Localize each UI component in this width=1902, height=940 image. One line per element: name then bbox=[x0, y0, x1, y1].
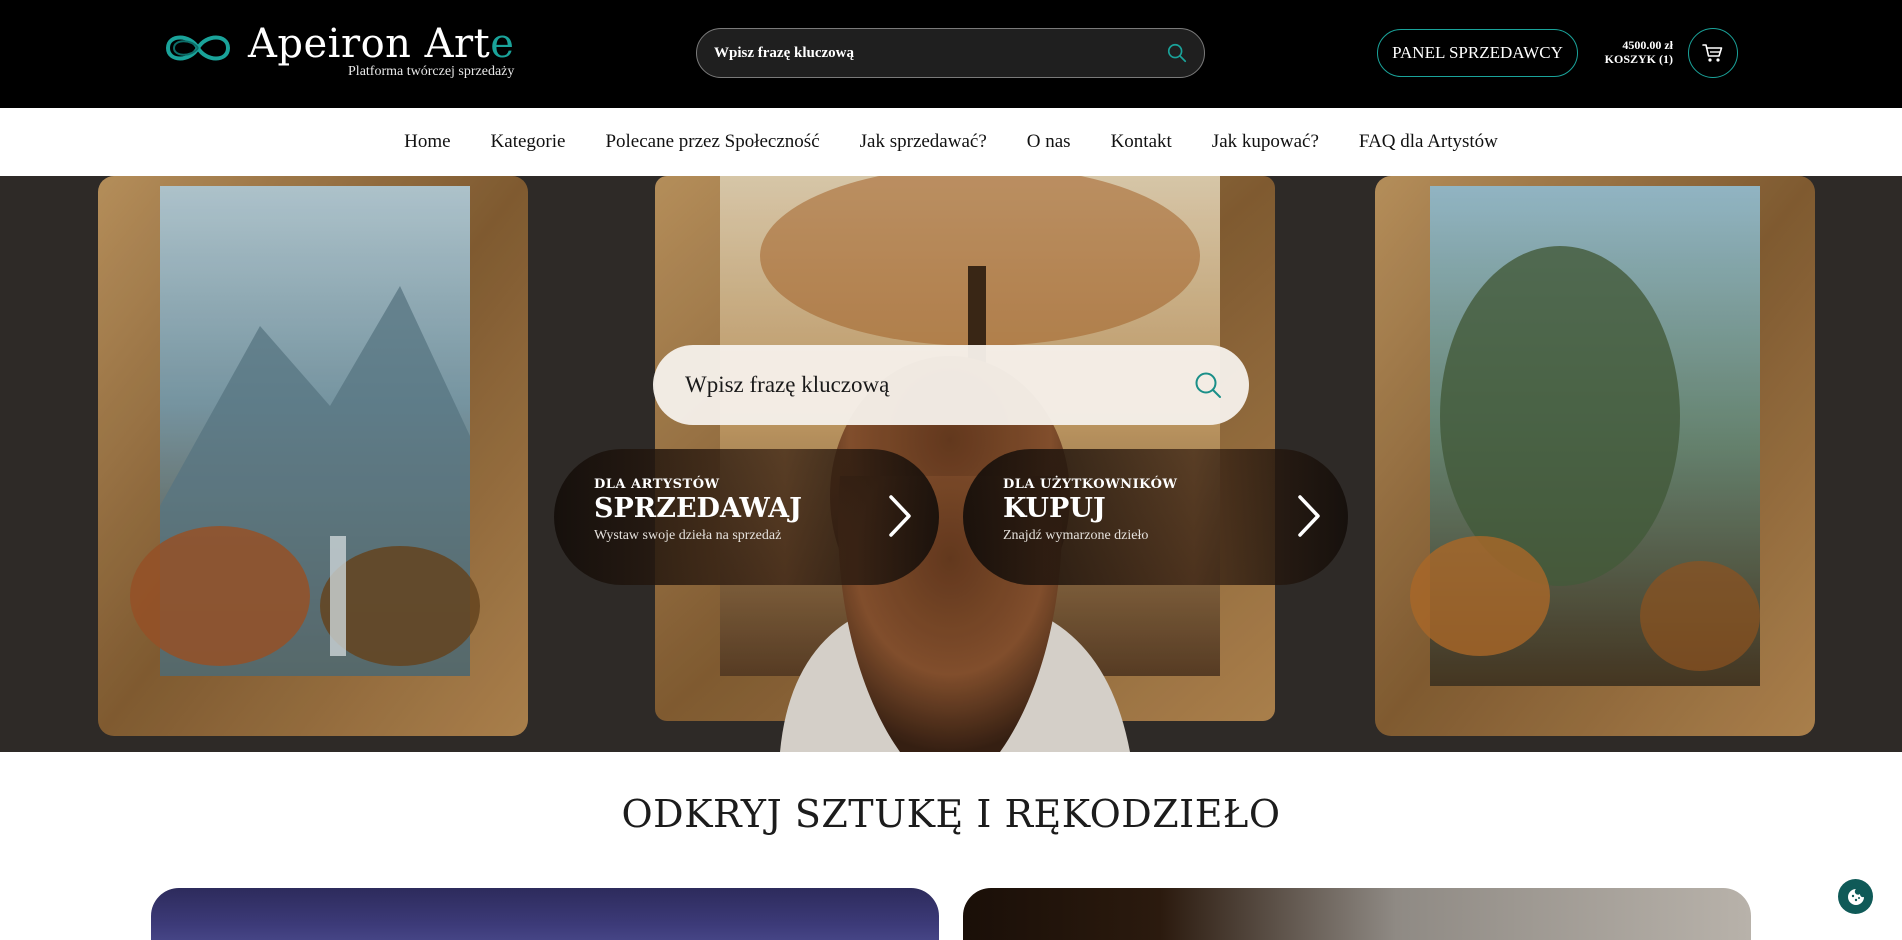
infinity-icon bbox=[165, 35, 231, 61]
cart-button[interactable] bbox=[1688, 28, 1738, 78]
search-icon[interactable] bbox=[1166, 42, 1188, 64]
nav-item-polecane[interactable]: Polecane przez Społeczność bbox=[605, 131, 819, 153]
cart-label: KOSZYK (1) bbox=[1604, 52, 1673, 66]
cookie-icon bbox=[1847, 888, 1864, 905]
header-search-bar bbox=[696, 28, 1205, 78]
buy-cta-eyebrow: DLA UŻYTKOWNIKÓW bbox=[1003, 477, 1178, 492]
cart-summary[interactable]: 4500.00 zł KOSZYK (1) bbox=[1590, 38, 1673, 66]
cart-amount: 4500.00 zł bbox=[1622, 38, 1673, 52]
seller-panel-button[interactable]: PANEL SPRZEDAWCY bbox=[1377, 29, 1578, 77]
header: Apeiron Arte Platforma twórczej sprzedaż… bbox=[0, 0, 1902, 108]
brand-name: Apeiron Arte bbox=[248, 21, 515, 67]
sell-cta-title: SPRZEDAWAJ bbox=[594, 493, 802, 524]
header-search-input[interactable] bbox=[714, 44, 1166, 62]
nav-item-o-nas[interactable]: O nas bbox=[1027, 131, 1071, 153]
nav-item-home[interactable]: Home bbox=[404, 131, 450, 153]
nav-item-jak-kupowac[interactable]: Jak kupować? bbox=[1212, 131, 1319, 153]
buy-cta-title: KUPUJ bbox=[1003, 493, 1106, 524]
cookie-settings-button[interactable] bbox=[1838, 879, 1873, 914]
hero-search-input[interactable] bbox=[685, 372, 1193, 398]
nav-item-kategorie[interactable]: Kategorie bbox=[491, 131, 566, 153]
main-nav: Home Kategorie Polecane przez Społecznoś… bbox=[0, 108, 1902, 176]
sell-cta-eyebrow: DLA ARTYSTÓW bbox=[594, 477, 720, 492]
category-card-right[interactable] bbox=[963, 888, 1751, 940]
hero-banner: DLA ARTYSTÓW SPRZEDAWAJ Wystaw swoje dzi… bbox=[0, 176, 1902, 752]
sell-cta-button[interactable]: DLA ARTYSTÓW SPRZEDAWAJ Wystaw swoje dzi… bbox=[554, 449, 939, 585]
logo[interactable]: Apeiron Arte Platforma twórczej sprzedaż… bbox=[162, 22, 514, 80]
category-card-left[interactable] bbox=[151, 888, 939, 940]
nav-item-faq[interactable]: FAQ dla Artystów bbox=[1359, 131, 1498, 153]
nav-item-jak-sprzedawac[interactable]: Jak sprzedawać? bbox=[860, 131, 987, 153]
buy-cta-button[interactable]: DLA UŻYTKOWNIKÓW KUPUJ Znajdź wymarzone … bbox=[963, 449, 1348, 585]
hero-search-bar bbox=[653, 345, 1249, 425]
search-icon[interactable] bbox=[1193, 370, 1223, 400]
chevron-right-icon bbox=[889, 495, 911, 537]
hero-background-image bbox=[0, 176, 1902, 752]
nav-item-kontakt[interactable]: Kontakt bbox=[1111, 131, 1172, 153]
brand-name-accent: e bbox=[490, 21, 515, 67]
section-title: ODKRYJ SZTUKĘ I RĘKODZIEŁO bbox=[621, 792, 1281, 836]
cart-icon bbox=[1702, 44, 1723, 62]
chevron-right-icon bbox=[1298, 495, 1320, 537]
sell-cta-description: Wystaw swoje dzieła na sprzedaż bbox=[594, 528, 782, 543]
buy-cta-description: Znajdź wymarzone dzieło bbox=[1003, 528, 1149, 543]
